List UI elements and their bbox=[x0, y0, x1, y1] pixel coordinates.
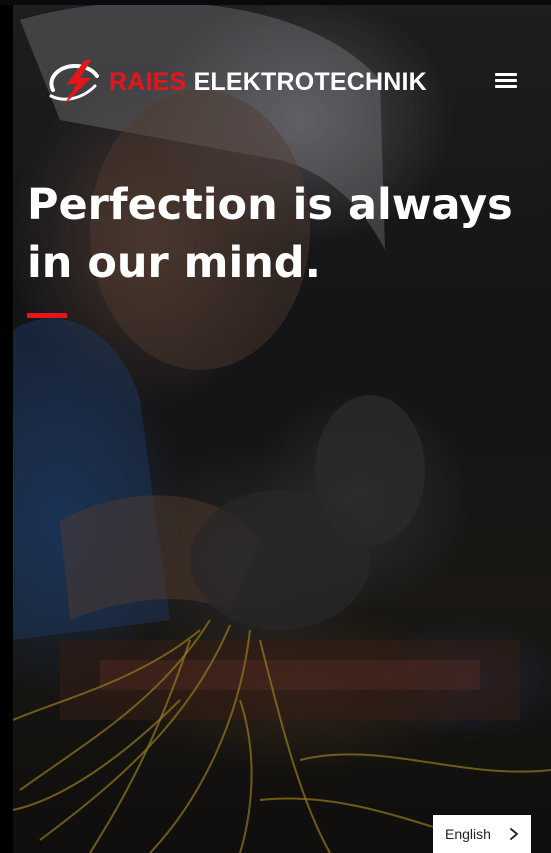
page-viewport: RAIES ELEKTROTECHNIK Perfection is alway… bbox=[0, 0, 551, 853]
chevron-right-icon bbox=[510, 828, 518, 840]
menu-bar-top bbox=[495, 73, 517, 76]
hero-title: Perfection is always in our mind. bbox=[27, 180, 513, 288]
brand-logo-text[interactable]: RAIES ELEKTROTECHNIK bbox=[109, 68, 427, 97]
menu-bar-bottom bbox=[495, 85, 517, 88]
hero-dark-overlay bbox=[13, 0, 551, 853]
hamburger-menu-icon[interactable] bbox=[495, 70, 517, 90]
left-edge-bar bbox=[0, 0, 13, 853]
language-label: English bbox=[445, 826, 491, 842]
brand-primary-text: RAIES bbox=[109, 67, 187, 96]
site-header: RAIES ELEKTROTECHNIK bbox=[45, 56, 525, 108]
menu-bar-middle bbox=[495, 79, 517, 82]
hero-accent-line bbox=[27, 313, 67, 318]
language-selector[interactable]: English bbox=[433, 815, 531, 853]
brand-secondary-text: ELEKTROTECHNIK bbox=[193, 67, 427, 96]
top-edge-bar bbox=[0, 0, 551, 5]
lightning-bolt-icon[interactable] bbox=[45, 56, 103, 108]
